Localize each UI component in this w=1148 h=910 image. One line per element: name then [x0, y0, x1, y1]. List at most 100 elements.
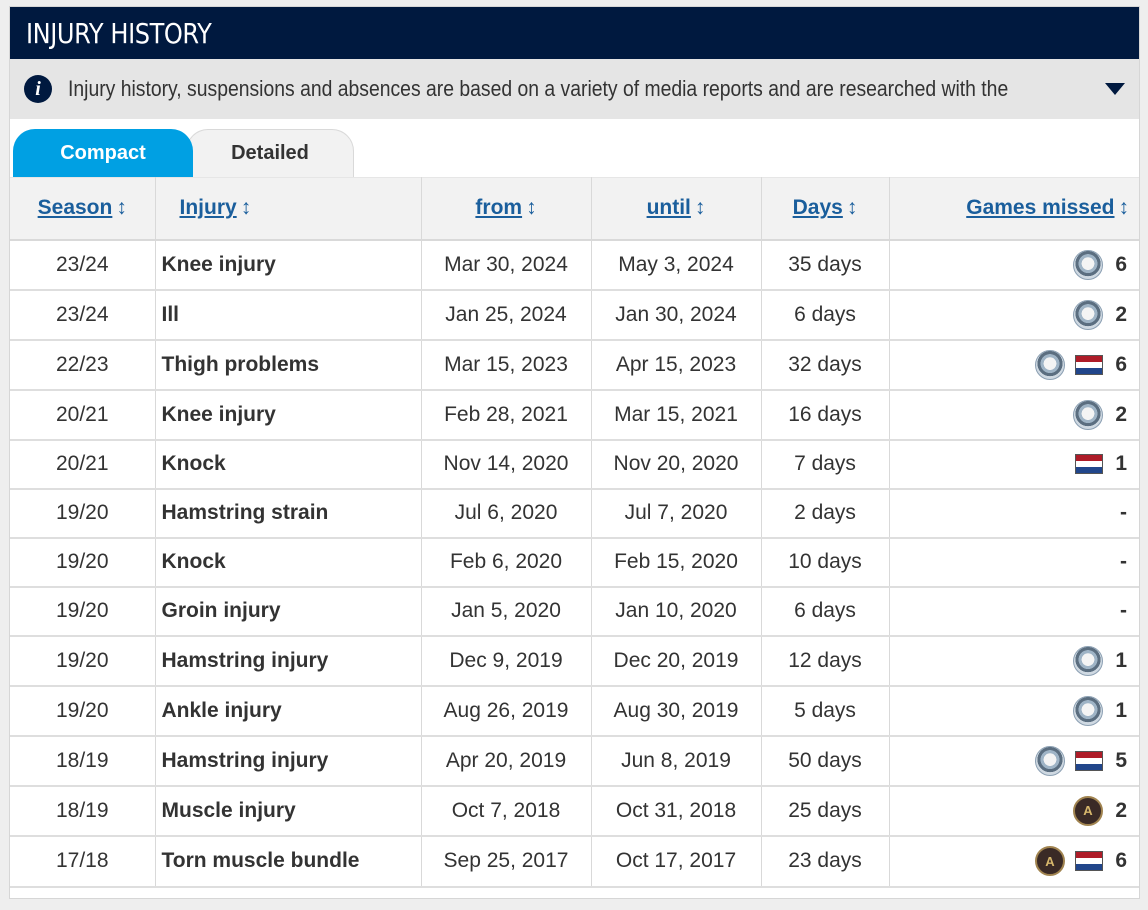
table-row: 19/20 Hamstring injury Dec 9, 2019 Dec 20, … — [10, 635, 1139, 687]
games-missed-count: 2 — [1115, 402, 1127, 426]
games-missed-count: 1 — [1115, 698, 1127, 722]
netherlands-flag-icon[interactable] — [1075, 454, 1103, 474]
games-missed-count: - — [1120, 599, 1127, 622]
season-cell: 23/24 — [10, 289, 156, 341]
column-header-injury[interactable]: Injury ↕ — [155, 177, 422, 241]
newcastle-crest-icon[interactable] — [1035, 349, 1065, 380]
table-row: 20/21 Knock Nov 14, 2020 Nov 20, 2020 7 days… — [10, 439, 1139, 490]
days-cell: 32 days — [761, 339, 890, 391]
games-missed-cell: - — [889, 586, 1139, 637]
sort-icon: ↕ — [1118, 196, 1130, 220]
from-date-cell: Nov 14, 2020 — [421, 439, 592, 490]
table-row: 20/21 Knee injury Feb 28, 2021 Mar 15, 2021… — [10, 389, 1139, 441]
games-missed-cell: 1 — [889, 439, 1139, 490]
games-missed-cell: A6 — [889, 835, 1139, 888]
until-date-cell: Jan 30, 2024 — [591, 289, 762, 341]
from-date-cell: Dec 9, 2019 — [421, 635, 592, 687]
until-date-cell: Jan 10, 2020 — [591, 586, 762, 637]
newcastle-crest-icon[interactable] — [1073, 299, 1103, 330]
tab-compact[interactable]: Compact — [13, 129, 193, 177]
injury-cell: Groin injury — [155, 586, 422, 637]
days-cell: 12 days — [761, 635, 890, 687]
season-cell: 20/21 — [10, 389, 156, 441]
games-missed-count: 6 — [1115, 252, 1127, 276]
games-missed-group: - — [890, 550, 1127, 574]
games-missed-group: 6 — [890, 249, 1127, 280]
games-missed-group: 1 — [890, 452, 1127, 476]
season-cell: 20/21 — [10, 439, 156, 490]
expand-arrow-icon[interactable] — [1105, 83, 1125, 95]
tab-detailed[interactable]: Detailed — [186, 129, 354, 177]
until-date-cell: May 3, 2024 — [591, 239, 762, 291]
injury-cell: Torn muscle bundle — [155, 835, 422, 888]
until-date-cell: Dec 20, 2019 — [591, 635, 762, 687]
from-date-cell: Sep 25, 2017 — [421, 835, 592, 888]
until-date-cell: Aug 30, 2019 — [591, 685, 762, 737]
games-missed-group: 1 — [890, 645, 1127, 676]
netherlands-flag-icon[interactable] — [1075, 750, 1103, 771]
season-cell: 23/24 — [10, 239, 156, 291]
games-missed-count: 6 — [1115, 849, 1127, 872]
season-cell: 19/20 — [10, 537, 156, 588]
newcastle-crest-icon[interactable] — [1073, 399, 1103, 430]
days-cell: 10 days — [761, 537, 890, 588]
until-date-cell: Jul 7, 2020 — [591, 488, 762, 539]
table-body: 23/24 Knee injury Mar 30, 2024 May 3, 2024 3… — [10, 239, 1139, 888]
netherlands-flag-icon[interactable] — [1075, 851, 1103, 871]
newcastle-crest-icon[interactable] — [1035, 745, 1065, 776]
season-cell: 18/19 — [10, 735, 156, 787]
atlanta-crest-icon[interactable]: A — [1073, 795, 1103, 826]
table-row: 22/23 Thigh problems Mar 15, 2023 Apr 15, 2… — [10, 339, 1139, 391]
atlanta-crest-icon[interactable]: A — [1035, 846, 1065, 876]
days-cell: 7 days — [761, 439, 890, 490]
games-missed-cell: 2 — [889, 389, 1139, 441]
info-banner[interactable]: i Injury history, suspensions and absenc… — [10, 59, 1139, 119]
until-date-cell: Jun 8, 2019 — [591, 735, 762, 787]
games-missed-group: - — [890, 501, 1127, 525]
column-header-games-missed[interactable]: Games missed ↕ — [889, 177, 1139, 241]
table-row: 23/24 Ill Jan 25, 2024 Jan 30, 2024 6 days 2 — [10, 289, 1139, 341]
games-missed-group: A2 — [890, 795, 1127, 826]
games-missed-group: 2 — [890, 299, 1127, 330]
netherlands-flag-icon[interactable] — [1075, 354, 1103, 375]
injury-cell: Ill — [155, 289, 422, 341]
until-date-cell: Oct 17, 2017 — [591, 835, 762, 888]
injury-cell: Knock — [155, 537, 422, 588]
table-row: 19/20 Knock Feb 6, 2020 Feb 15, 2020 10 days… — [10, 537, 1139, 588]
newcastle-crest-icon[interactable] — [1073, 645, 1103, 676]
season-cell: 19/20 — [10, 635, 156, 687]
newcastle-crest-icon[interactable] — [1073, 249, 1103, 280]
sort-icon: ↕ — [526, 196, 537, 220]
games-missed-cell: 6 — [889, 239, 1139, 291]
games-missed-count: - — [1120, 550, 1127, 573]
column-header-season[interactable]: Season ↕ — [10, 177, 156, 241]
from-date-cell: Apr 20, 2019 — [421, 735, 592, 787]
games-missed-cell: 5 — [889, 735, 1139, 787]
column-header-from[interactable]: from ↕ — [421, 177, 592, 241]
injury-cell: Hamstring strain — [155, 488, 422, 539]
injury-cell: Knock — [155, 439, 422, 490]
newcastle-crest-icon[interactable] — [1073, 695, 1103, 726]
games-missed-group: A6 — [890, 846, 1127, 876]
from-date-cell: Aug 26, 2019 — [421, 685, 592, 737]
table-row: 18/19 Muscle injury Oct 7, 2018 Oct 31, 201… — [10, 785, 1139, 837]
until-date-cell: Feb 15, 2020 — [591, 537, 762, 588]
injury-cell: Knee injury — [155, 389, 422, 441]
from-date-cell: Jan 5, 2020 — [421, 586, 592, 637]
days-cell: 50 days — [761, 735, 890, 787]
until-date-cell: Mar 15, 2021 — [591, 389, 762, 441]
days-cell: 25 days — [761, 785, 890, 837]
from-date-cell: Mar 15, 2023 — [421, 339, 592, 391]
column-header-days[interactable]: Days ↕ — [761, 177, 890, 241]
until-date-cell: Apr 15, 2023 — [591, 339, 762, 391]
days-cell: 35 days — [761, 239, 890, 291]
sort-icon: ↕ — [240, 196, 252, 220]
column-header-until[interactable]: until ↕ — [591, 177, 762, 241]
view-tabs: Detailed Compact — [10, 119, 1139, 177]
injury-cell: Hamstring injury — [155, 735, 422, 787]
injury-table: Season ↕ Injury ↕ from ↕ until ↕ Days ↕ Games… — [10, 177, 1139, 888]
injury-cell: Thigh problems — [155, 339, 422, 391]
from-date-cell: Mar 30, 2024 — [421, 239, 592, 291]
days-cell: 23 days — [761, 835, 890, 888]
table-row: 19/20 Groin injury Jan 5, 2020 Jan 10, 2020… — [10, 586, 1139, 637]
